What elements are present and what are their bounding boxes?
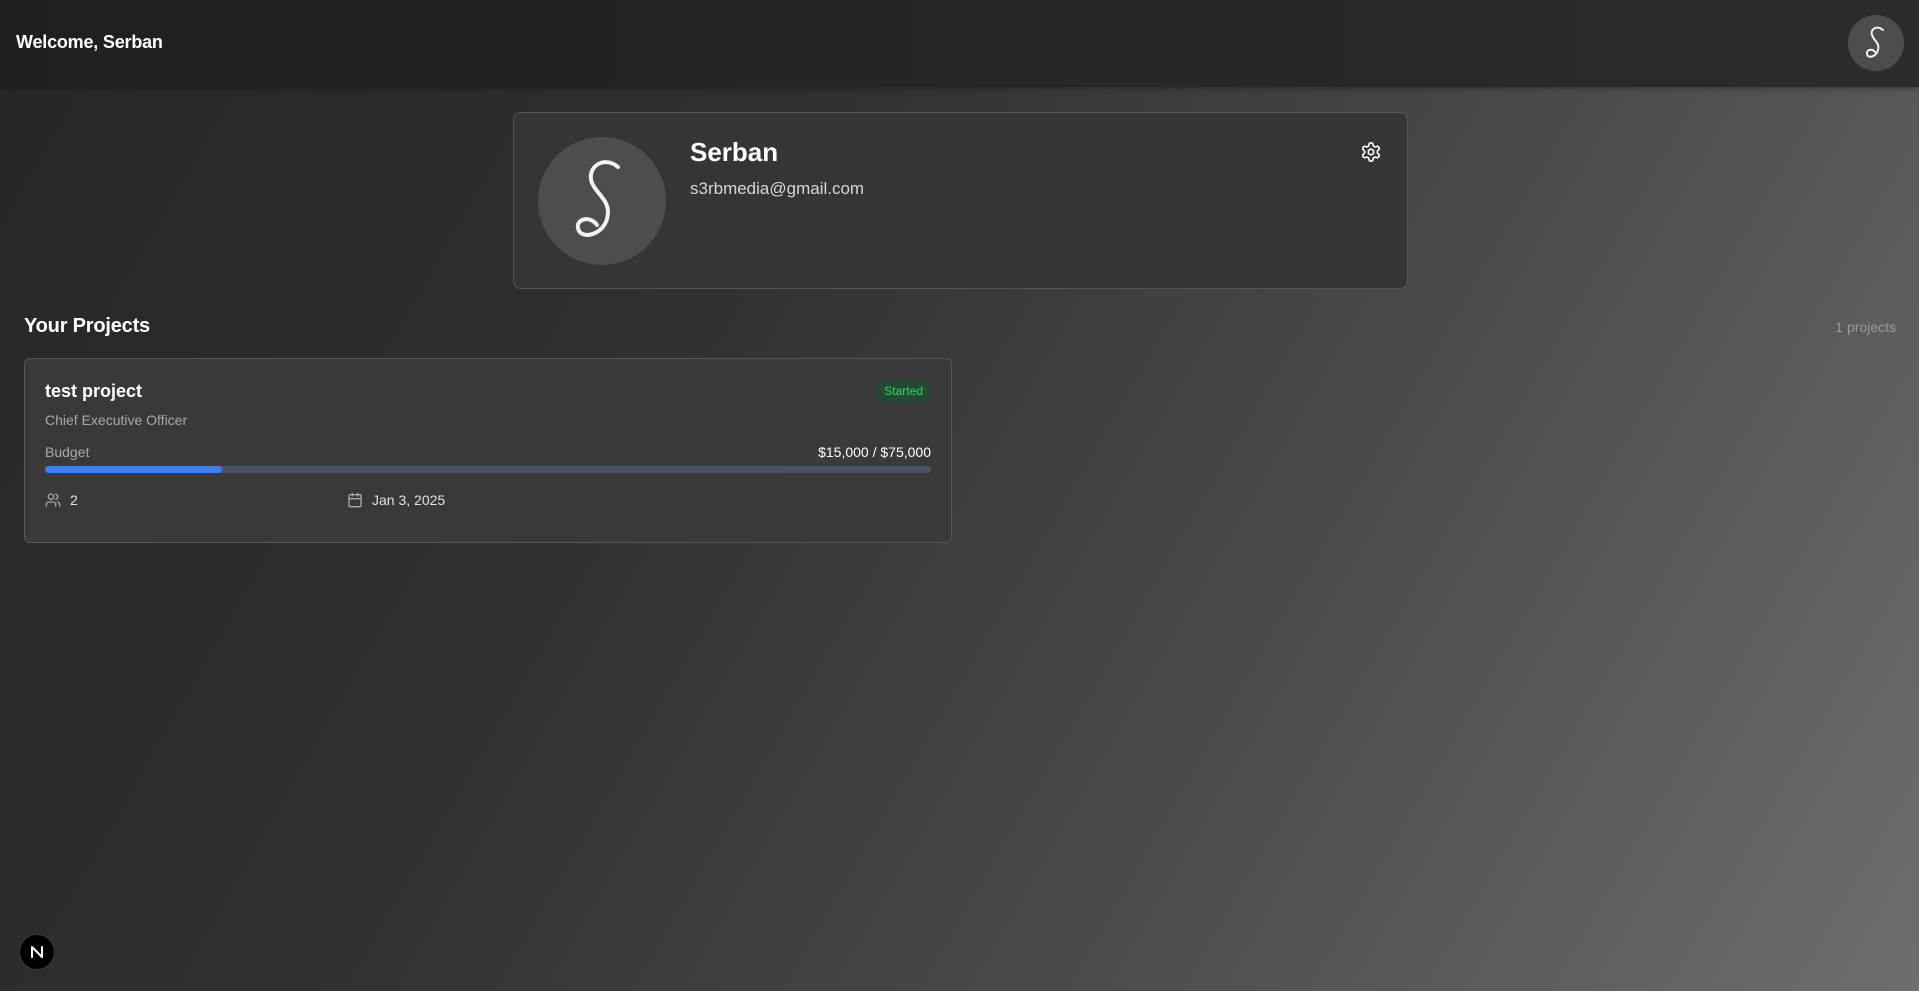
profile-avatar — [538, 137, 666, 265]
projects-section-title: Your Projects — [24, 315, 150, 337]
avatar-monogram-icon — [575, 160, 620, 237]
project-date-text: Jan 3, 2025 — [372, 492, 446, 508]
project-role: Chief Executive Officer — [45, 412, 188, 428]
budget-progress-bar — [45, 466, 931, 473]
top-bar: Welcome, Serban — [0, 0, 1919, 87]
status-badge: Started — [876, 380, 931, 402]
avatar-monogram-icon — [1865, 26, 1884, 58]
nextjs-logo-icon — [31, 946, 43, 958]
profile-email: s3rbmedia@gmail.com — [690, 179, 865, 198]
profile-card: Serban s3rbmedia@gmail.com — [513, 112, 1408, 289]
project-members: 2 — [45, 492, 78, 508]
calendar-icon — [347, 492, 363, 508]
gear-icon — [1361, 142, 1381, 162]
project-title: test project — [45, 381, 143, 401]
projects-count: 1 projects — [1835, 319, 1896, 335]
settings-button[interactable] — [1358, 139, 1384, 165]
dev-tools-button[interactable] — [20, 935, 54, 969]
project-card[interactable]: test project Started Chief Executive Off… — [24, 358, 952, 543]
profile-name: Serban — [690, 137, 779, 167]
users-icon — [45, 492, 61, 508]
project-date: Jan 3, 2025 — [347, 492, 445, 508]
budget-progress-fill — [45, 466, 223, 473]
welcome-heading: Welcome, Serban — [16, 32, 163, 52]
user-avatar-button[interactable] — [1848, 15, 1904, 71]
members-count: 2 — [70, 492, 78, 508]
budget-label: Budget — [45, 444, 90, 460]
budget-value: $15,000 / $75,000 — [818, 444, 931, 460]
